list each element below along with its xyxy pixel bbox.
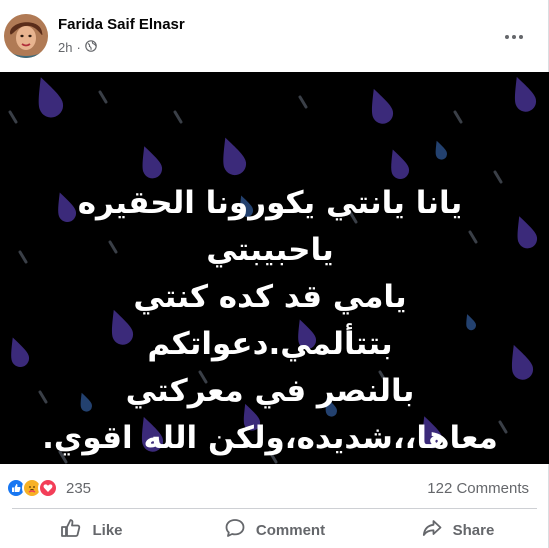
avatar[interactable] bbox=[4, 14, 48, 58]
post-text-line: بالنصر في معركتي bbox=[125, 373, 415, 409]
post-text-line: يامي قد كده كنتي بتتألمي.دعواتكم bbox=[133, 279, 407, 362]
thumbs-up-icon bbox=[60, 517, 82, 543]
post-text-line: معاها،،شديده،ولكن الله اقوي. bbox=[42, 420, 498, 456]
reactions-summary[interactable]: 235 bbox=[6, 478, 91, 498]
post-header: Farida Saif Elnasr 2h · bbox=[0, 0, 549, 72]
post-text: يانا يانتي يكورونا الحقيره ياحبيبتي يامي… bbox=[10, 180, 530, 462]
post-card: Farida Saif Elnasr 2h · يانا يانتي يكورو… bbox=[0, 0, 549, 548]
post-text-line: يانا يانتي يكورونا الحقيره ياحبيبتي bbox=[77, 185, 463, 268]
post-time[interactable]: 2h bbox=[58, 40, 72, 55]
comments-count[interactable]: 122 Comments bbox=[427, 480, 529, 497]
post-image[interactable]: يانا يانتي يكورونا الحقيره ياحبيبتي يامي… bbox=[0, 72, 549, 464]
like-button[interactable]: Like bbox=[0, 512, 183, 548]
comment-icon bbox=[224, 517, 246, 543]
love-icon bbox=[38, 478, 58, 498]
post-meta: 2h · bbox=[58, 40, 97, 55]
share-icon bbox=[421, 517, 443, 543]
globe-icon bbox=[85, 40, 97, 55]
share-label: Share bbox=[452, 521, 495, 539]
separator-dot: · bbox=[76, 40, 81, 55]
author-name[interactable]: Farida Saif Elnasr bbox=[58, 16, 185, 33]
share-button[interactable]: Share bbox=[366, 512, 549, 548]
comment-button[interactable]: Comment bbox=[183, 512, 366, 548]
divider bbox=[12, 508, 537, 509]
post-stats: 235 122 Comments bbox=[0, 472, 549, 506]
reactions-count: 235 bbox=[66, 479, 92, 497]
post-actions: Like Comment Share bbox=[0, 512, 549, 548]
like-label: Like bbox=[92, 521, 123, 539]
more-options-icon[interactable] bbox=[499, 22, 529, 52]
comment-label: Comment bbox=[255, 521, 326, 539]
